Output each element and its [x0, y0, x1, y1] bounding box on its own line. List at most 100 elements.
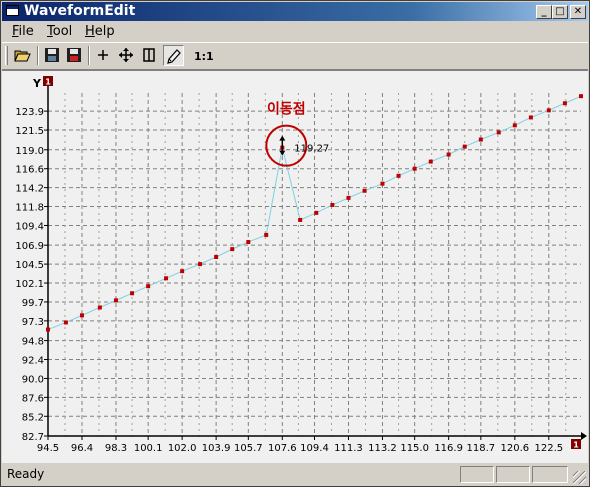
- data-point: [346, 195, 351, 200]
- data-point: [79, 313, 84, 318]
- x-tick-label: 96.4: [71, 443, 93, 454]
- minimize-icon: _: [541, 6, 547, 17]
- close-icon: ✕: [573, 6, 583, 17]
- data-point: [428, 159, 433, 164]
- y-tick-label: 97.3: [22, 317, 44, 328]
- data-point: [164, 276, 169, 281]
- waveform-area[interactable]: 82.7 85.2 87.6 90.0 92.4 94.8 97.3 99.7 102.1 104…: [2, 70, 588, 463]
- zoom-one-to-one-label[interactable]: 1:1: [194, 50, 214, 63]
- x-tick-label: 120.6: [501, 443, 530, 454]
- floppy-disk-icon: [45, 48, 59, 62]
- close-button[interactable]: ✕: [570, 5, 586, 19]
- maximize-icon: □: [555, 6, 565, 17]
- data-point: [264, 232, 269, 237]
- data-point: [528, 115, 533, 120]
- x-tick-label: 122.5: [534, 443, 563, 454]
- data-point: [214, 255, 219, 260]
- main-window: WaveformEdit _ □ ✕ File Tool Help 1:1 82…: [0, 0, 590, 487]
- save-as-button[interactable]: [64, 45, 85, 66]
- save-button[interactable]: [42, 45, 63, 66]
- data-point: [246, 240, 251, 245]
- data-point: [512, 123, 517, 128]
- y-axis-badge-label: 1: [45, 78, 51, 87]
- move-point-label: 이동점: [267, 101, 306, 118]
- x-tick-label: 116.9: [434, 443, 463, 454]
- plus-icon: [98, 50, 108, 60]
- status-panel: [496, 466, 530, 483]
- data-point: [362, 188, 367, 193]
- y-tick-label: 121.5: [15, 126, 44, 137]
- x-tick-label: 113.2: [368, 443, 397, 454]
- toolbar-separator: [88, 46, 90, 65]
- data-point: [546, 108, 551, 113]
- y-tick-label: 94.8: [22, 337, 44, 348]
- y-tick-label: 92.4: [22, 356, 44, 367]
- y-axis-label: Y: [32, 77, 42, 90]
- x-axis-arrow: [581, 432, 587, 440]
- y-tick-label: 109.4: [15, 221, 44, 232]
- minimize-button[interactable]: _: [536, 5, 552, 19]
- status-panel: [460, 466, 494, 483]
- status-bar: Ready: [2, 463, 588, 485]
- data-point: [496, 130, 501, 135]
- move-arrows-icon: [119, 48, 133, 62]
- x-tick-label: 111.3: [334, 443, 363, 454]
- title-bar[interactable]: WaveformEdit _ □ ✕: [2, 2, 588, 21]
- x-tick-label: 109.4: [300, 443, 329, 454]
- y-tick-label: 119.0: [15, 146, 44, 157]
- data-point: [412, 166, 417, 171]
- data-point: [396, 173, 401, 178]
- data-point: [562, 101, 567, 106]
- data-point: [180, 269, 185, 274]
- status-text: Ready: [7, 467, 45, 481]
- data-point: [113, 298, 118, 303]
- data-point: [330, 202, 335, 207]
- menu-help[interactable]: Help: [85, 24, 115, 40]
- data-point: [314, 210, 319, 215]
- x-axis-badge-label: 1: [573, 441, 579, 450]
- data-point: [380, 181, 385, 186]
- toolbar: 1:1: [2, 42, 588, 70]
- menu-tool[interactable]: Tool: [47, 24, 72, 40]
- fit-width-icon: [143, 48, 155, 62]
- open-button[interactable]: [12, 45, 33, 66]
- status-panel: [532, 466, 568, 483]
- maximize-button[interactable]: □: [552, 5, 568, 19]
- data-point: [446, 152, 451, 157]
- move-point-value: 119.27: [294, 144, 329, 155]
- pan-button[interactable]: [116, 45, 137, 66]
- x-tick-label: 98.3: [105, 443, 127, 454]
- menu-file[interactable]: File: [12, 24, 34, 40]
- x-tick-label: 107.6: [268, 443, 297, 454]
- y-tick-label: 111.8: [15, 203, 44, 214]
- app-icon: [6, 5, 19, 16]
- waveform-chart[interactable]: 82.7 85.2 87.6 90.0 92.4 94.8 97.3 99.7 102.1 104…: [2, 71, 588, 463]
- x-tick-label: 103.9: [202, 443, 231, 454]
- data-point: [46, 327, 50, 332]
- pencil-icon: [167, 49, 181, 64]
- y-tick-label: 104.5: [15, 260, 44, 271]
- pencil-button[interactable]: [163, 45, 184, 66]
- data-point: [63, 320, 68, 325]
- x-tick-label: 102.0: [168, 443, 197, 454]
- toolbar-grip[interactable]: [5, 46, 8, 65]
- y-tick-label: 87.6: [22, 393, 44, 404]
- window-title: WaveformEdit: [24, 3, 136, 19]
- data-point: [478, 137, 483, 142]
- data-point: [146, 284, 151, 289]
- y-tick-label: 106.9: [15, 241, 44, 252]
- floppy-disk-red-icon: [67, 48, 81, 62]
- y-tick-label: 102.1: [15, 279, 44, 290]
- y-tick-label: 114.2: [15, 184, 44, 195]
- size-grip[interactable]: [573, 471, 586, 484]
- data-point: [130, 291, 135, 296]
- data-point: [230, 247, 235, 252]
- y-tick-label: 85.2: [22, 412, 44, 423]
- fit-button[interactable]: [139, 45, 160, 66]
- menu-bar: File Tool Help: [2, 22, 588, 41]
- y-tick-label: 116.6: [15, 165, 44, 176]
- x-tick-label: 115.0: [400, 443, 429, 454]
- y-tick-label: 99.7: [22, 298, 44, 309]
- crosshair-button[interactable]: [93, 45, 114, 66]
- data-point: [298, 217, 303, 222]
